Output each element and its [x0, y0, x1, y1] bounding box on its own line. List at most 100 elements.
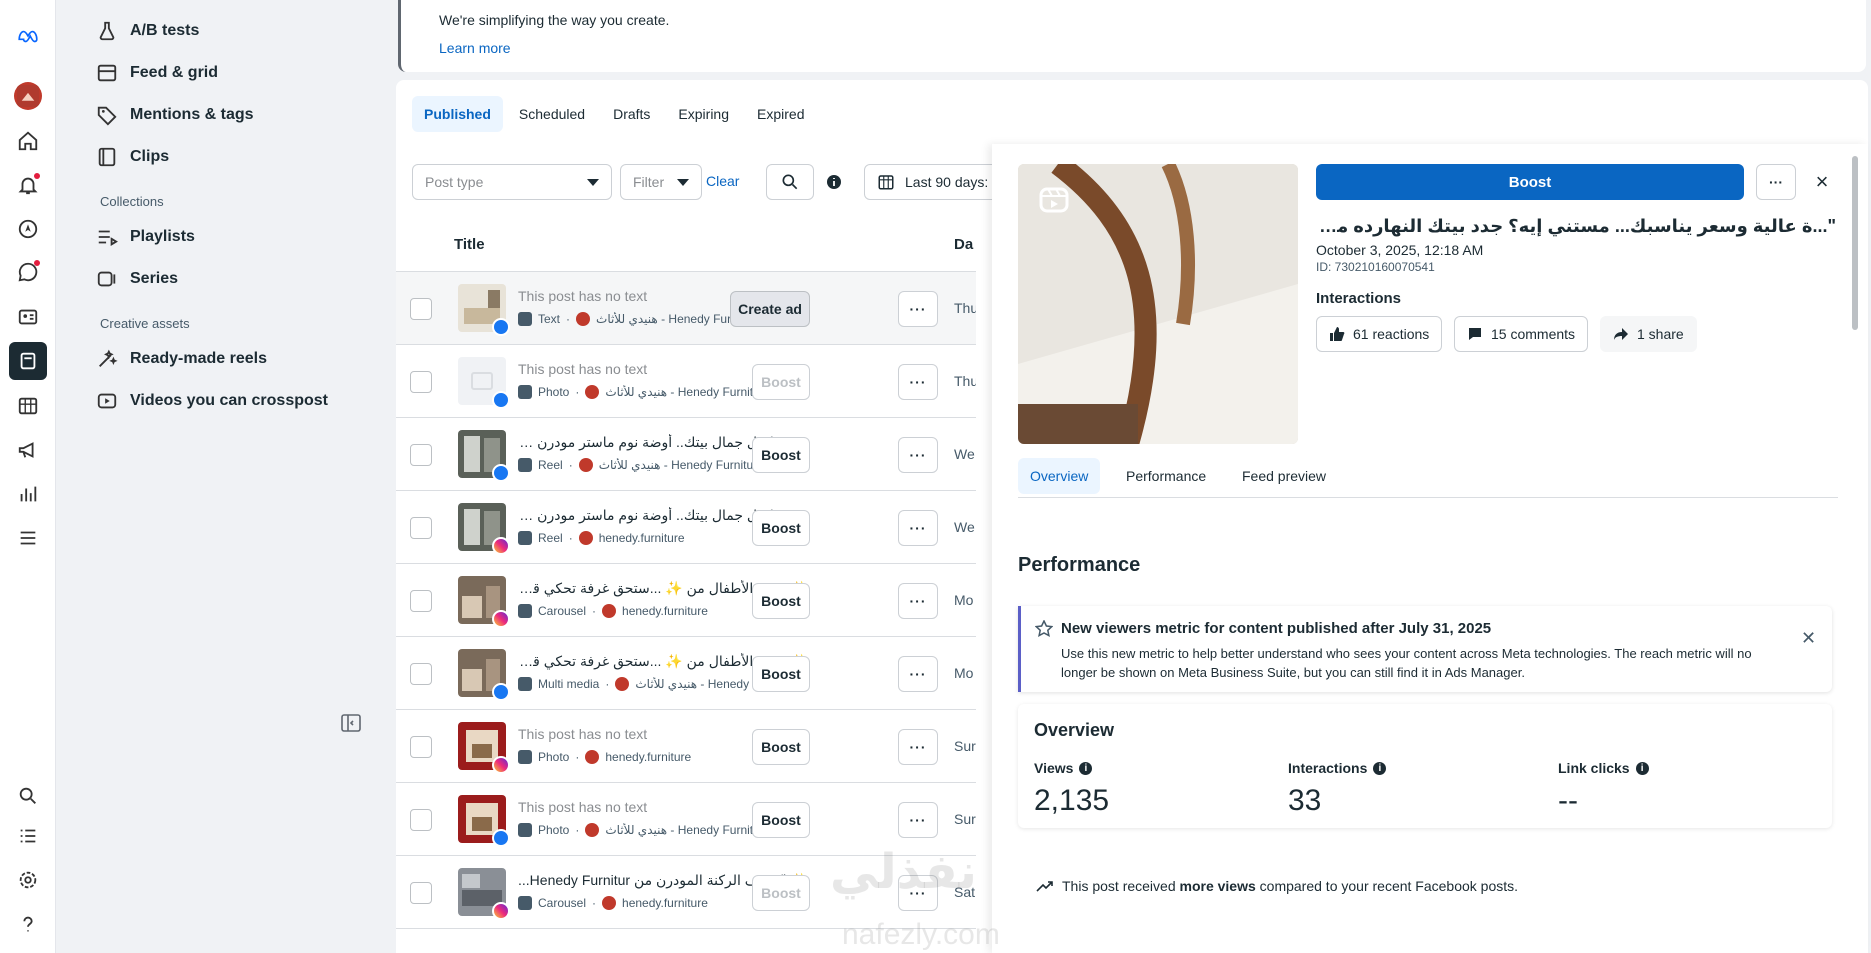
nav-item-playlists[interactable]: Playlists — [96, 222, 195, 252]
post-media-preview[interactable] — [1018, 164, 1298, 444]
table-row[interactable]: This post has no text Photo · henedy.furni… — [396, 710, 976, 783]
tab-feed-preview[interactable]: Feed preview — [1230, 458, 1338, 494]
inbox-icon[interactable] — [14, 258, 42, 286]
detail-scrollbar[interactable] — [1852, 156, 1858, 330]
contacts-icon[interactable] — [14, 303, 42, 331]
boost-button[interactable]: Boost — [752, 437, 810, 473]
tab-drafts[interactable]: Drafts — [601, 96, 662, 132]
boost-button[interactable]: Boost — [752, 875, 810, 911]
post-account: henedy.furniture — [622, 896, 708, 910]
boost-button[interactable]: Boost — [752, 364, 810, 400]
comments-chip[interactable]: 15 comments — [1454, 316, 1589, 352]
post-date: Thu — [954, 300, 976, 316]
planner-icon[interactable] — [14, 392, 42, 420]
boost-button[interactable]: Boost — [752, 729, 810, 765]
nav-item-clips[interactable]: Clips — [96, 142, 169, 172]
row-checkbox[interactable] — [410, 590, 432, 612]
post-type-select[interactable]: Post type — [412, 164, 612, 200]
more-options-button[interactable]: ··· — [898, 802, 938, 838]
learn-more-link[interactable]: Learn more — [439, 40, 511, 56]
table-row[interactable]: ✨ اكتشف الركنة المودرن من Henedy Furnitu… — [396, 856, 976, 929]
facebook-badge-icon — [492, 829, 510, 847]
nav-item-videos-crosspost[interactable]: Videos you can crosspost — [96, 386, 328, 416]
info-icon[interactable]: i — [1373, 761, 1387, 775]
row-checkbox[interactable] — [410, 298, 432, 320]
reactions-chip[interactable]: 61 reactions — [1316, 316, 1443, 352]
boost-button[interactable]: Boost — [752, 656, 810, 692]
row-checkbox[interactable] — [410, 371, 432, 393]
more-options-button[interactable]: ··· — [898, 875, 938, 911]
tab-published[interactable]: Published — [412, 96, 503, 132]
filter-placeholder: Filter — [633, 174, 665, 190]
more-options-button[interactable]: ··· — [898, 583, 938, 619]
table-row[interactable]: This post has no text Photo · هنيدي للأثاث… — [396, 783, 976, 856]
row-checkbox[interactable] — [410, 517, 432, 539]
shares-chip[interactable]: 1 share — [1600, 316, 1697, 352]
settings-gear-icon[interactable] — [14, 866, 42, 894]
account-avatar[interactable] — [14, 82, 42, 110]
row-checkbox[interactable] — [410, 444, 432, 466]
home-icon[interactable] — [14, 127, 42, 155]
post-account: henedy.furniture — [598, 531, 685, 545]
close-notice-icon[interactable]: ✕ — [1801, 628, 1816, 649]
row-checkbox[interactable] — [410, 809, 432, 831]
table-row[interactable]: This post has no text Text · هنيدي للأثاث … — [396, 272, 976, 345]
notifications-icon[interactable] — [14, 171, 42, 199]
row-checkbox[interactable] — [410, 882, 432, 904]
tab-overview[interactable]: Overview — [1018, 458, 1101, 494]
more-options-button[interactable]: ··· — [898, 291, 938, 327]
post-date: Thu — [954, 373, 976, 389]
filter-select[interactable]: Filter — [620, 164, 702, 200]
close-panel-icon[interactable]: × — [1806, 166, 1838, 198]
nav-item-ab-tests[interactable]: A/B tests — [96, 16, 199, 46]
info-icon[interactable]: i — [1079, 761, 1093, 775]
row-checkbox[interactable] — [410, 736, 432, 758]
tab-expired[interactable]: Expired — [745, 96, 816, 132]
search-button[interactable] — [766, 164, 814, 200]
table-row[interactable]: ...ي بتكمل جمال بيتك.. أوضة نوم ماستر مو… — [396, 491, 976, 564]
tab-expiring[interactable]: Expiring — [666, 96, 741, 132]
filter-bar: Post type Filter Clear Last 90 days: Ju — [412, 164, 992, 200]
table-row[interactable]: This post has no text Photo · هنيدي للأثاث… — [396, 345, 976, 418]
row-checkbox[interactable] — [410, 663, 432, 685]
more-options-button[interactable]: ··· — [898, 437, 938, 473]
ads-icon[interactable] — [14, 436, 42, 464]
table-row[interactable]: ✨ غرف الأطفال من ✨ ...ستحق غرفة تحكي قصت… — [396, 564, 976, 637]
insights-icon[interactable] — [14, 480, 42, 508]
table-row[interactable]: ...ي بتكمل جمال بيتك.. أوضة نوم ماستر مو… — [396, 418, 976, 491]
info-icon[interactable]: i — [1635, 761, 1649, 775]
search-icon[interactable] — [14, 782, 42, 810]
nav-item-series[interactable]: Series — [96, 264, 178, 294]
nav-item-mentions-tags[interactable]: Mentions & tags — [96, 100, 254, 130]
boost-post-button[interactable]: Boost — [1316, 164, 1744, 200]
comments-count: 15 comments — [1491, 326, 1576, 342]
content-icon[interactable] — [9, 342, 47, 380]
tab-performance[interactable]: Performance — [1114, 458, 1218, 494]
clear-filters-link[interactable]: Clear — [706, 173, 739, 189]
list-icon[interactable] — [14, 822, 42, 850]
meta-logo-icon[interactable] — [14, 22, 42, 50]
detail-more-options-button[interactable]: ··· — [1756, 164, 1796, 200]
collapse-panel-icon[interactable] — [340, 712, 362, 734]
table-row[interactable]: ✨ غرف الأطفال من ✨ ...ستحق غرفة تحكي قصت… — [396, 637, 976, 710]
nav-item-ready-made-reels[interactable]: Ready-made reels — [96, 344, 267, 374]
menu-icon[interactable] — [14, 524, 42, 552]
more-options-button[interactable]: ··· — [898, 510, 938, 546]
boost-button[interactable]: Boost — [752, 802, 810, 838]
date-range-select[interactable]: Last 90 days: Ju — [864, 164, 992, 200]
more-options-button[interactable]: ··· — [898, 364, 938, 400]
compass-icon[interactable] — [14, 215, 42, 243]
column-header-date[interactable]: Da — [954, 236, 973, 253]
more-options-button[interactable]: ··· — [898, 656, 938, 692]
info-icon[interactable] — [826, 174, 842, 190]
help-icon[interactable] — [14, 910, 42, 938]
nav-item-feed-grid[interactable]: Feed & grid — [96, 58, 218, 88]
chevron-down-icon — [677, 178, 689, 186]
create-ad-button[interactable]: Create ad — [730, 291, 810, 327]
photo-type-icon — [518, 385, 532, 399]
column-header-title[interactable]: Title — [454, 236, 485, 253]
tab-scheduled[interactable]: Scheduled — [507, 96, 597, 132]
more-options-button[interactable]: ··· — [898, 729, 938, 765]
boost-button[interactable]: Boost — [752, 583, 810, 619]
boost-button[interactable]: Boost — [752, 510, 810, 546]
